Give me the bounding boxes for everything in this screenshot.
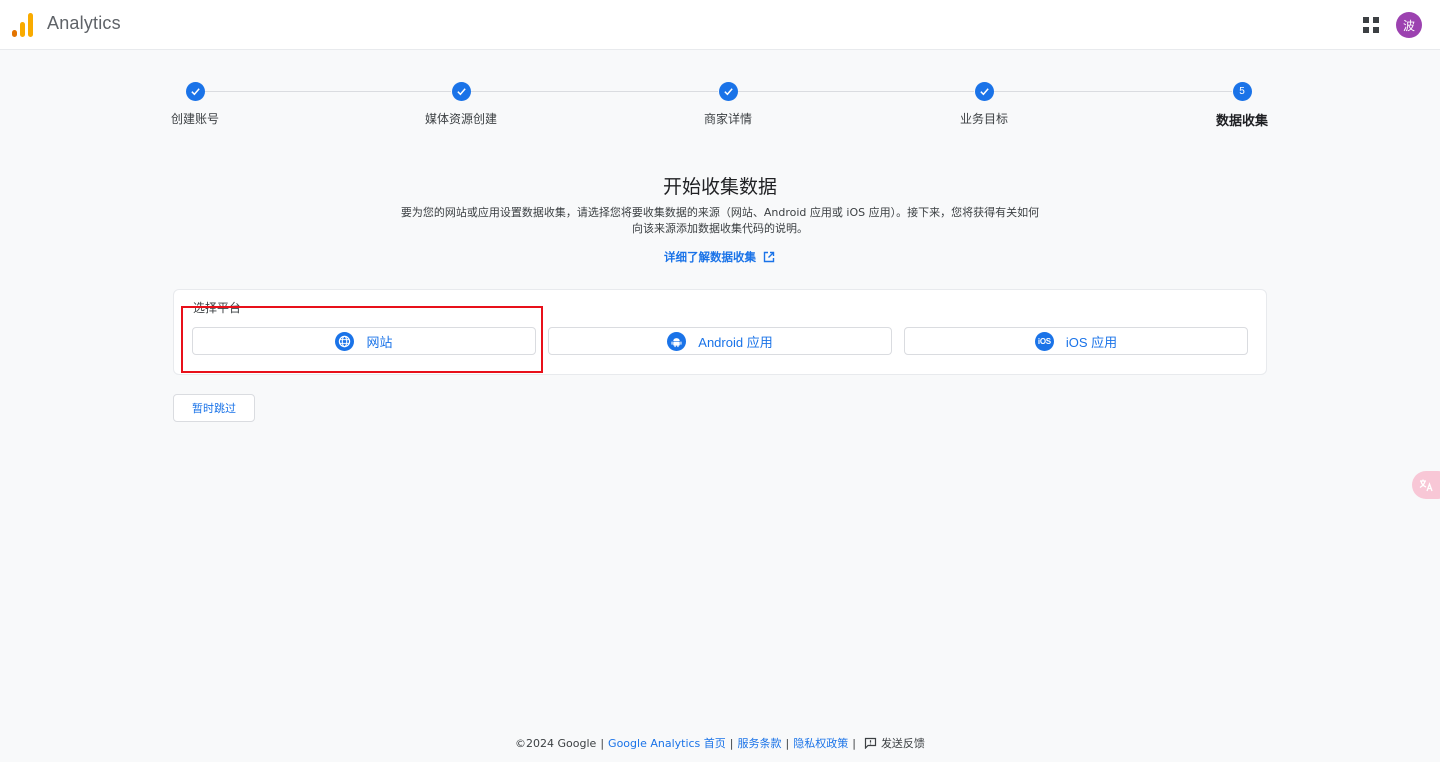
platform-ios-label: iOS 应用 <box>1065 334 1118 350</box>
footer-separator: | <box>729 736 734 750</box>
account-avatar[interactable]: 波 <box>1396 12 1422 38</box>
footer-link-analytics-home[interactable]: Google Analytics 首页 <box>608 735 726 751</box>
footer-link-terms[interactable]: 服务条款 <box>738 735 782 751</box>
step-business-details: 商家详情 <box>668 82 788 127</box>
translate-icon <box>1419 479 1433 492</box>
step-complete-check-icon <box>974 82 994 101</box>
platform-web-label: 网站 <box>366 334 393 350</box>
step-label: 创建账号 <box>170 112 219 126</box>
apps-grid-icon[interactable] <box>1362 16 1380 34</box>
analytics-logo-icon[interactable] <box>12 13 34 37</box>
step-label: 媒体资源创建 <box>424 112 497 126</box>
step-business-objectives: 业务目标 <box>924 82 1044 127</box>
android-icon <box>667 331 687 351</box>
step-number: 5 <box>1239 86 1245 97</box>
learn-more-link[interactable]: 详细了解数据收集 <box>664 249 775 265</box>
platform-ios-button[interactable]: iOS iOS 应用 <box>904 327 1248 355</box>
footer-copyright: ©2024 Google <box>515 736 597 750</box>
footer-link-privacy[interactable]: 隐私权政策 <box>793 735 848 751</box>
footer-separator: | <box>852 736 856 750</box>
footer-separator: | <box>600 736 605 750</box>
step-label-current: 数据收集 <box>1215 114 1268 129</box>
platform-label: 选择平台 <box>193 301 242 315</box>
step-number-badge: 5 <box>1232 82 1252 101</box>
page-title: 开始收集数据 <box>662 176 777 198</box>
learn-more-label: 详细了解数据收集 <box>664 250 756 264</box>
skip-for-now-button[interactable]: 暂时跳过 <box>173 394 255 422</box>
footer-separator: | <box>785 736 790 750</box>
ios-icon-text: iOS <box>1037 336 1051 346</box>
send-feedback-label: 发送反馈 <box>880 737 925 750</box>
step-label: 业务目标 <box>959 112 1008 126</box>
app-title[interactable]: Analytics <box>47 13 121 34</box>
platform-web-button[interactable]: 网站 <box>192 327 536 355</box>
platform-android-label: Android 应用 <box>698 334 773 350</box>
globe-icon <box>335 331 355 351</box>
step-label: 商家详情 <box>703 112 752 126</box>
step-create-account: 创建账号 <box>135 82 255 127</box>
feedback-icon <box>864 737 877 749</box>
step-data-collection: 5 数据收集 <box>1182 82 1302 129</box>
page-footer: ©2024 Google | Google Analytics 首页 | 服务条… <box>0 735 1440 751</box>
top-app-bar: Analytics 波 <box>0 0 1440 50</box>
translate-extension-button[interactable] <box>1412 471 1440 499</box>
step-complete-check-icon <box>718 82 738 101</box>
open-in-new-icon <box>763 251 775 263</box>
step-property-creation: 媒体资源创建 <box>401 82 521 127</box>
step-complete-check-icon <box>185 82 205 101</box>
platform-android-button[interactable]: Android 应用 <box>548 327 892 355</box>
send-feedback-button[interactable]: 发送反馈 <box>864 735 925 751</box>
page-description: 要为您的网站或应用设置数据收集，请选择您将要收集数据的来源（网站、Android… <box>400 206 1040 235</box>
ios-icon: iOS <box>1034 331 1054 351</box>
step-complete-check-icon <box>451 82 471 101</box>
